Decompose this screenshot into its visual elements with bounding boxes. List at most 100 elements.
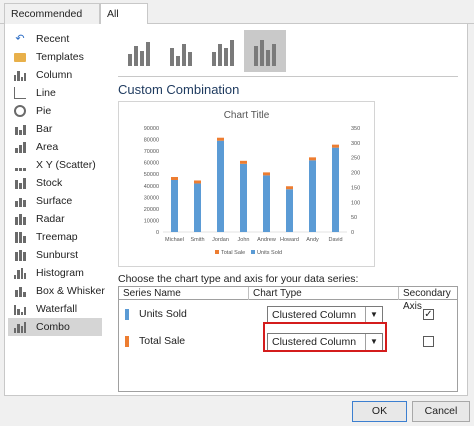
combo-chart-icon [14,321,26,333]
x-tick-label: Michael [165,237,184,243]
sidebar-item-radar[interactable]: Radar [8,210,102,228]
header-chart-type: Chart Type [249,287,399,300]
custom-combination-icon[interactable] [244,30,286,72]
waterfall-chart-icon [14,303,26,315]
tab-strip: Recommended Charts All Charts [0,0,474,40]
sidebar-item-box-whisker[interactable]: Box & Whisker [8,282,105,300]
sidebar-item-templates[interactable]: Templates [8,48,102,66]
sidebar-item-label: Recent [36,33,70,45]
y-tick-label: 70000 [144,149,159,155]
surface-chart-icon [14,195,26,207]
sidebar-item-label: Area [36,141,59,153]
x-tick-label: John [238,237,250,243]
chevron-down-icon[interactable]: ▼ [365,307,382,323]
legend-swatch [251,250,255,254]
series-table-header: Series Name Chart Type Secondary Axis [119,287,457,312]
secondary-axis-checkbox-units-sold[interactable]: ✓ [423,309,434,320]
sidebar-item-column[interactable]: Column [8,66,102,84]
chart-type-sidebar: ↶ Recent Templates Column Line Pie Bar Area X Y … [8,30,105,336]
recent-icon: ↶ [15,33,25,45]
y-tick-label: 60000 [144,161,159,167]
bar-total-sale [332,144,339,148]
dropdown-value: Clustered Column [272,309,357,321]
sidebar-item-label: Templates [36,51,84,63]
sidebar-item-bar[interactable]: Bar [8,120,102,138]
sidebar-item-label: Stock [36,177,63,189]
y2-tick-label: 50 [351,215,357,221]
y2-tick-label: 100 [351,200,360,206]
bar-units-sold [194,183,201,232]
y2-tick-label: 150 [351,185,360,191]
sidebar-item-surface[interactable]: Surface [8,192,102,210]
folder-icon [14,53,26,62]
y-tick-label: 50000 [144,172,159,178]
stock-chart-icon [14,177,26,189]
series-color-swatch [125,309,129,320]
sidebar-item-line[interactable]: Line [8,84,102,102]
stacked-area-column-icon[interactable] [202,30,244,72]
ok-button[interactable]: OK [352,401,407,422]
header-series-name: Series Name [119,287,249,300]
y-tick-label: 0 [156,230,159,236]
y2-tick-label: 350 [351,126,360,132]
cancel-button[interactable]: Cancel [412,401,470,422]
sidebar-item-label: Treemap [36,231,78,243]
sidebar-item-label: Pie [36,105,52,117]
clustered-column-line-secondary-icon[interactable] [160,30,202,72]
combo-heading: Custom Combination [118,82,240,97]
secondary-axis-checkbox-total-sale[interactable] [423,336,434,347]
bar-units-sold [171,180,178,232]
bar-total-sale [286,186,293,190]
sidebar-item-waterfall[interactable]: Waterfall [8,300,102,318]
legend-swatch [215,250,219,254]
chart-preview-svg: Chart Title 0 10000 20000 30000 40000 50000 600… [144,110,360,256]
sidebar-item-label: Combo [36,321,70,333]
sidebar-item-histogram[interactable]: Histogram [8,264,102,282]
sidebar-item-label: Bar [36,123,53,135]
sidebar-item-label: Histogram [36,267,84,279]
bar-units-sold [263,175,270,232]
sidebar-item-area[interactable]: Area [8,138,102,156]
radar-chart-icon [14,213,26,225]
y-tick-label: 20000 [144,207,159,213]
bar-total-sale [309,157,316,161]
sidebar-item-label: X Y (Scatter) [36,159,96,171]
highlight-box [263,322,387,352]
header-secondary-axis: Secondary Axis [403,288,451,312]
line-chart-icon [14,87,26,99]
sidebar-item-label: Radar [36,213,65,225]
bar-units-sold [332,147,339,232]
sidebar-item-x-y-scatter[interactable]: X Y (Scatter) [8,156,102,174]
sidebar-item-treemap[interactable]: Treemap [8,228,102,246]
sidebar-item-label: Sunburst [36,249,79,261]
sidebar-item-recent[interactable]: ↶ Recent [8,30,102,48]
clustered-column-line-icon[interactable] [118,30,160,72]
chart-preview: Chart Title 0 10000 20000 30000 40000 50000 600… [118,101,375,267]
y-tick-label: 40000 [144,184,159,190]
bar-units-sold [286,189,293,232]
sidebar-item-pie[interactable]: Pie [8,102,102,120]
bar-total-sale [171,177,178,180]
x-tick-label: Howard [280,237,299,243]
sidebar-item-label: Column [36,69,73,81]
y2-tick-label: 300 [351,141,360,147]
sidebar-item-label: Surface [36,195,73,207]
sidebar-item-combo[interactable]: Combo [8,318,102,336]
y-tick-label: 10000 [144,218,159,224]
x-tick-label: Andrew [257,237,276,243]
tab-recommended-charts[interactable]: Recommended Charts [4,3,100,40]
treemap-chart-icon [14,231,26,243]
sidebar-item-sunburst[interactable]: Sunburst [8,246,102,264]
y2-tick-label: 250 [351,156,360,162]
sidebar-item-stock[interactable]: Stock [8,174,102,192]
y2-tick-label: 200 [351,171,360,177]
bar-units-sold [309,160,316,232]
box-whisker-chart-icon [14,285,26,297]
y2-tick-label: 0 [351,230,354,236]
y-tick-label: 80000 [144,138,159,144]
y-tick-label: 90000 [144,126,159,132]
y-tick-label: 30000 [144,195,159,201]
x-tick-label: Smith [190,237,204,243]
tab-all-charts[interactable]: All Charts [100,3,148,40]
bar-total-sale [217,137,224,141]
